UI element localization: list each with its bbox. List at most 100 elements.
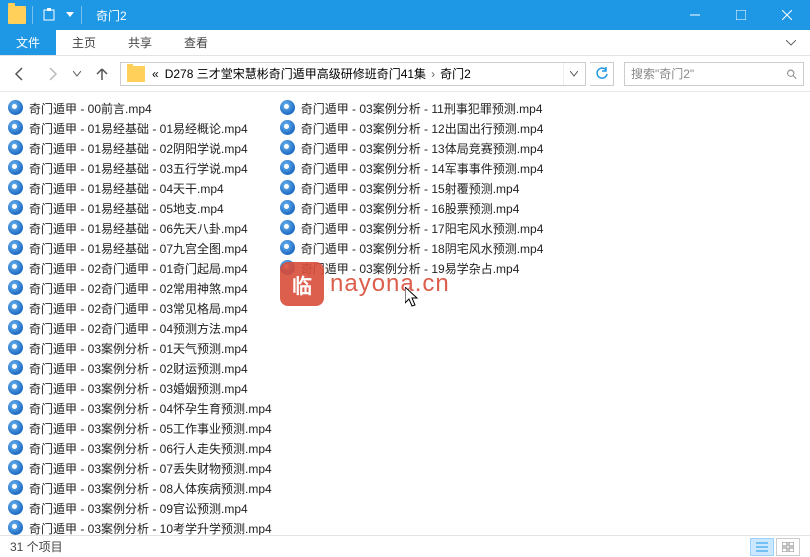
video-file-icon [280,180,296,196]
video-file-icon [8,440,24,456]
file-item[interactable]: 奇门遁甲 - 03案例分析 - 05工作事业预测.mp4 [4,418,276,438]
video-file-icon [280,140,296,156]
ribbon-file-tab[interactable]: 文件 [0,30,56,55]
video-file-icon [8,240,24,256]
file-item[interactable]: 奇门遁甲 - 03案例分析 - 06行人走失预测.mp4 [4,438,276,458]
file-column: 奇门遁甲 - 00前言.mp4奇门遁甲 - 01易经基础 - 01易经概论.mp… [4,98,276,535]
file-name: 奇门遁甲 - 01易经基础 - 07九宫全图.mp4 [29,240,248,257]
video-file-icon [280,260,296,276]
properties-icon[interactable] [39,5,59,25]
video-file-icon [280,240,296,256]
file-name: 奇门遁甲 - 00前言.mp4 [29,100,152,117]
file-item[interactable]: 奇门遁甲 - 01易经基础 - 02阴阳学说.mp4 [4,138,276,158]
ribbon-tab-home[interactable]: 主页 [56,30,112,55]
file-item[interactable]: 奇门遁甲 - 03案例分析 - 16股票预测.mp4 [276,198,548,218]
file-item[interactable]: 奇门遁甲 - 03案例分析 - 10考学升学预测.mp4 [4,518,276,535]
file-name: 奇门遁甲 - 03案例分析 - 13体局竞赛预测.mp4 [301,140,544,157]
titlebar: 奇门2 [0,0,810,30]
qat-dropdown-icon[interactable] [65,5,75,25]
nav-history-dropdown[interactable] [70,60,84,88]
address-folder-icon [127,66,145,82]
file-name: 奇门遁甲 - 03案例分析 - 05工作事业预测.mp4 [29,420,272,437]
file-item[interactable]: 奇门遁甲 - 01易经基础 - 01易经概论.mp4 [4,118,276,138]
breadcrumb-prefix: « [149,67,162,81]
file-item[interactable]: 奇门遁甲 - 03案例分析 - 04怀孕生育预测.mp4 [4,398,276,418]
file-item[interactable]: 奇门遁甲 - 01易经基础 - 03五行学说.mp4 [4,158,276,178]
ribbon-tab-view[interactable]: 查看 [168,30,224,55]
navbar: « D278 三才堂宋慧彬奇门遁甲高级研修班奇门41集 › 奇门2 [0,56,810,92]
view-details-button[interactable] [750,538,774,556]
file-item[interactable]: 奇门遁甲 - 03案例分析 - 15射覆预测.mp4 [276,178,548,198]
breadcrumb-item[interactable]: D278 三才堂宋慧彬奇门遁甲高级研修班奇门41集 [162,65,429,82]
video-file-icon [8,460,24,476]
file-item[interactable]: 奇门遁甲 - 02奇门遁甲 - 01奇门起局.mp4 [4,258,276,278]
search-box[interactable] [624,62,804,86]
file-item[interactable]: 奇门遁甲 - 00前言.mp4 [4,98,276,118]
minimize-button[interactable] [672,0,718,30]
file-item[interactable]: 奇门遁甲 - 03案例分析 - 13体局竞赛预测.mp4 [276,138,548,158]
file-item[interactable]: 奇门遁甲 - 03案例分析 - 08人体疾病预测.mp4 [4,478,276,498]
video-file-icon [8,120,24,136]
video-file-icon [8,220,24,236]
video-file-icon [280,200,296,216]
breadcrumb-item[interactable]: 奇门2 [437,65,474,82]
video-file-icon [8,420,24,436]
file-item[interactable]: 奇门遁甲 - 03案例分析 - 03婚姻预测.mp4 [4,378,276,398]
video-file-icon [280,220,296,236]
file-item[interactable]: 奇门遁甲 - 03案例分析 - 17阳宅风水预测.mp4 [276,218,548,238]
address-bar[interactable]: « D278 三才堂宋慧彬奇门遁甲高级研修班奇门41集 › 奇门2 [120,62,586,86]
refresh-button[interactable] [590,62,614,86]
file-name: 奇门遁甲 - 03案例分析 - 17阳宅风水预测.mp4 [301,220,544,237]
file-name: 奇门遁甲 - 03案例分析 - 19易学杂占.mp4 [301,260,520,277]
file-item[interactable]: 奇门遁甲 - 01易经基础 - 05地支.mp4 [4,198,276,218]
window-title: 奇门2 [96,7,127,24]
video-file-icon [8,500,24,516]
video-file-icon [280,100,296,116]
file-item[interactable]: 奇门遁甲 - 03案例分析 - 11刑事犯罪预测.mp4 [276,98,548,118]
maximize-button[interactable] [718,0,764,30]
file-name: 奇门遁甲 - 03案例分析 - 04怀孕生育预测.mp4 [29,400,272,417]
file-name: 奇门遁甲 - 03案例分析 - 12出国出行预测.mp4 [301,120,544,137]
chevron-right-icon[interactable]: › [429,67,437,81]
file-name: 奇门遁甲 - 03案例分析 - 02财运预测.mp4 [29,360,248,377]
ribbon: 文件 主页 共享 查看 [0,30,810,56]
file-name: 奇门遁甲 - 03案例分析 - 01天气预测.mp4 [29,340,248,357]
nav-up-button[interactable] [88,60,116,88]
video-file-icon [280,120,296,136]
video-file-icon [8,480,24,496]
ribbon-tab-share[interactable]: 共享 [112,30,168,55]
file-item[interactable]: 奇门遁甲 - 03案例分析 - 02财运预测.mp4 [4,358,276,378]
nav-forward-button[interactable] [38,60,66,88]
file-item[interactable]: 奇门遁甲 - 03案例分析 - 19易学杂占.mp4 [276,258,548,278]
file-name: 奇门遁甲 - 02奇门遁甲 - 02常用神煞.mp4 [29,280,248,297]
file-item[interactable]: 奇门遁甲 - 03案例分析 - 12出国出行预测.mp4 [276,118,548,138]
search-input[interactable] [631,67,786,81]
file-item[interactable]: 奇门遁甲 - 03案例分析 - 18阴宅风水预测.mp4 [276,238,548,258]
file-name: 奇门遁甲 - 03案例分析 - 11刑事犯罪预测.mp4 [301,100,543,117]
file-name: 奇门遁甲 - 02奇门遁甲 - 01奇门起局.mp4 [29,260,248,277]
address-dropdown-icon[interactable] [563,63,583,85]
close-button[interactable] [764,0,810,30]
file-name: 奇门遁甲 - 02奇门遁甲 - 04预测方法.mp4 [29,320,248,337]
file-name: 奇门遁甲 - 03案例分析 - 07丢失财物预测.mp4 [29,460,272,477]
file-name: 奇门遁甲 - 03案例分析 - 18阴宅风水预测.mp4 [301,240,544,257]
ribbon-expand-icon[interactable] [772,30,810,55]
view-icons-button[interactable] [776,538,800,556]
file-item[interactable]: 奇门遁甲 - 01易经基础 - 06先天八卦.mp4 [4,218,276,238]
video-file-icon [8,360,24,376]
file-name: 奇门遁甲 - 03案例分析 - 06行人走失预测.mp4 [29,440,272,457]
file-item[interactable]: 奇门遁甲 - 03案例分析 - 01天气预测.mp4 [4,338,276,358]
file-item[interactable]: 奇门遁甲 - 02奇门遁甲 - 02常用神煞.mp4 [4,278,276,298]
file-item[interactable]: 奇门遁甲 - 03案例分析 - 07丢失财物预测.mp4 [4,458,276,478]
video-file-icon [8,260,24,276]
file-item[interactable]: 奇门遁甲 - 03案例分析 - 14军事事件预测.mp4 [276,158,548,178]
file-item[interactable]: 奇门遁甲 - 01易经基础 - 07九宫全图.mp4 [4,238,276,258]
file-item[interactable]: 奇门遁甲 - 03案例分析 - 09官讼预测.mp4 [4,498,276,518]
nav-back-button[interactable] [6,60,34,88]
video-file-icon [8,320,24,336]
file-item[interactable]: 奇门遁甲 - 02奇门遁甲 - 03常见格局.mp4 [4,298,276,318]
file-item[interactable]: 奇门遁甲 - 02奇门遁甲 - 04预测方法.mp4 [4,318,276,338]
file-name: 奇门遁甲 - 01易经基础 - 02阴阳学说.mp4 [29,140,248,157]
file-name: 奇门遁甲 - 03案例分析 - 08人体疾病预测.mp4 [29,480,272,497]
file-item[interactable]: 奇门遁甲 - 01易经基础 - 04天干.mp4 [4,178,276,198]
